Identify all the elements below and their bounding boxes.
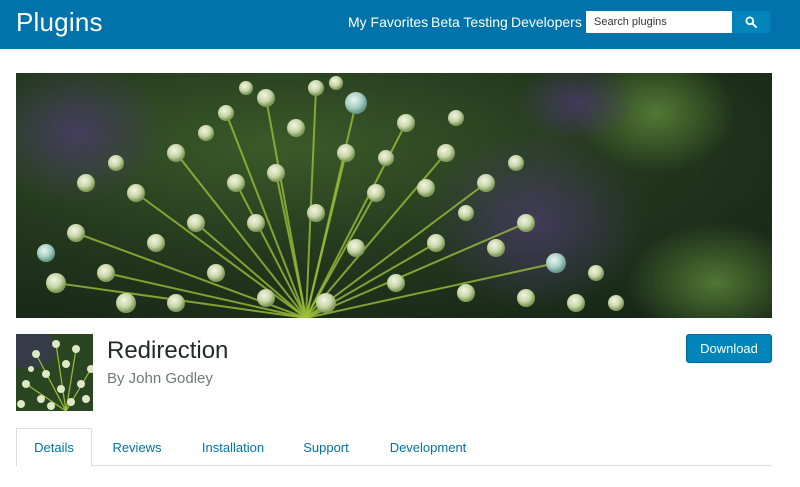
tab-reviews[interactable]: Reviews <box>102 428 172 466</box>
search-icon <box>745 16 757 28</box>
tab-installation[interactable]: Installation <box>192 428 274 466</box>
nav-developers[interactable]: Developers <box>511 14 582 30</box>
nav-my-favorites[interactable]: My Favorites <box>348 14 428 30</box>
search-button[interactable] <box>732 11 770 33</box>
tab-support[interactable]: Support <box>296 428 356 466</box>
tab-development[interactable]: Development <box>384 428 472 466</box>
plugin-banner-image <box>16 73 772 318</box>
plugin-author[interactable]: By John Godley <box>107 370 213 387</box>
nav-beta-testing[interactable]: Beta Testing <box>431 14 508 30</box>
plugin-tabs: Details Reviews Installation Support Dev… <box>16 428 772 467</box>
search-input[interactable] <box>586 11 732 33</box>
plugin-icon <box>16 334 93 411</box>
plugin-title: Redirection <box>107 337 229 364</box>
tab-details[interactable]: Details <box>16 428 92 467</box>
download-button[interactable]: Download <box>686 334 772 363</box>
site-title[interactable]: Plugins <box>16 7 103 38</box>
site-header: Plugins My Favorites Beta Testing Develo… <box>0 0 800 49</box>
